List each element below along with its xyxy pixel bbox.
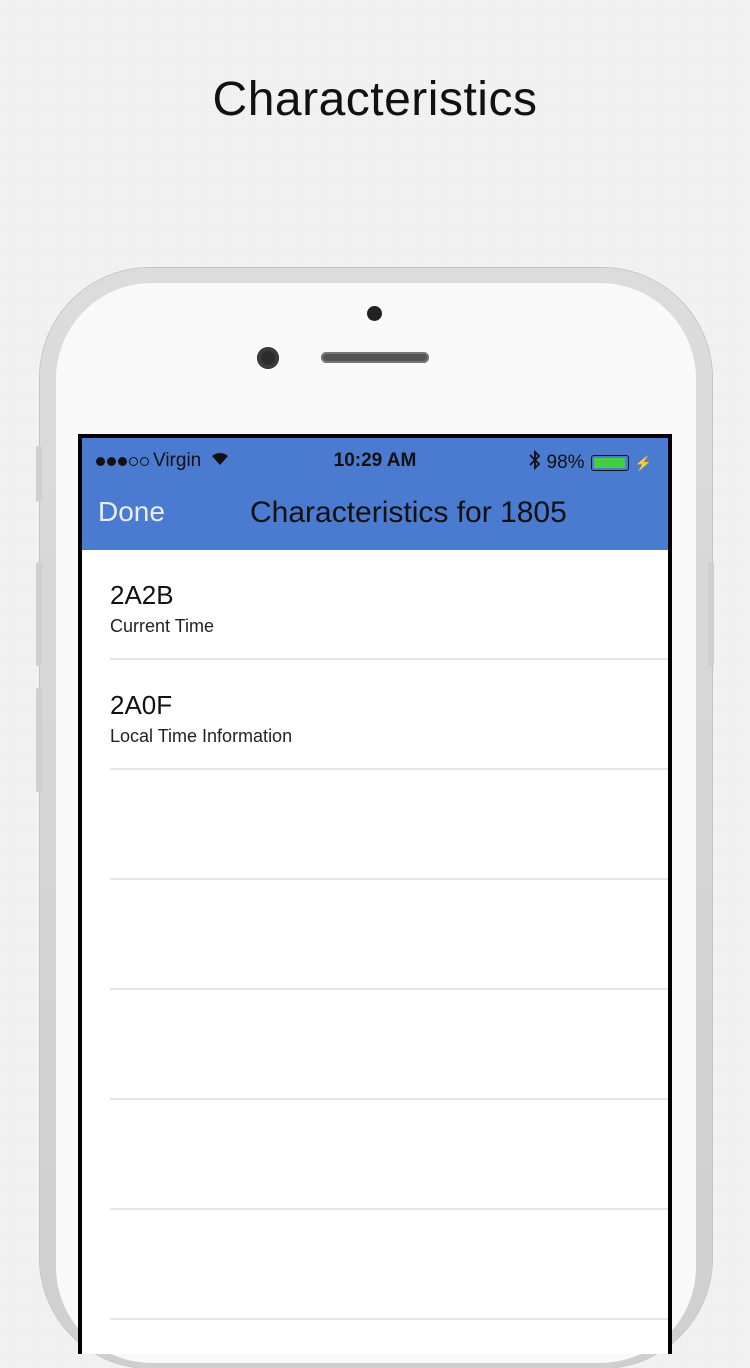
battery-percent: 98% [546, 452, 585, 473]
empty-row [82, 1100, 668, 1210]
list-item[interactable]: 2A0F Local Time Information [82, 660, 668, 770]
nav-title-row: Done Characteristics for 1805 [82, 492, 668, 536]
volume-up-button [36, 562, 42, 666]
empty-row [82, 990, 668, 1100]
done-button[interactable]: Done [98, 496, 165, 528]
charging-icon: ⚡ [634, 454, 652, 471]
navigation-bar: Virgin 10:29 AM 98% ⚡ Done Characteristi… [82, 438, 668, 550]
power-button [708, 562, 714, 666]
row-separator [110, 1318, 668, 1320]
phone-screen: Virgin 10:29 AM 98% ⚡ Done Characteristi… [78, 434, 672, 1354]
earpiece-speaker [321, 352, 429, 363]
empty-row [82, 880, 668, 990]
status-bar: Virgin 10:29 AM 98% ⚡ [82, 446, 668, 480]
characteristic-name: Current Time [110, 616, 215, 636]
characteristic-uuid: 2A2B [110, 580, 174, 610]
list-item[interactable]: 2A2B Current Time [82, 550, 668, 660]
battery-icon [590, 455, 629, 471]
empty-row [82, 1210, 668, 1320]
characteristic-uuid: 2A0F [110, 690, 173, 720]
nav-title: Characteristics for 1805 [250, 496, 567, 529]
characteristics-list: 2A2B Current Time 2A0F Local Time Inform… [82, 550, 668, 1354]
characteristic-name: Local Time Information [110, 726, 293, 746]
proximity-sensor [367, 306, 382, 321]
empty-row [82, 770, 668, 880]
status-right: 98% ⚡ [528, 449, 652, 476]
mute-switch [36, 446, 42, 502]
front-camera-icon [257, 347, 279, 369]
promo-title: Characteristics [212, 73, 538, 126]
bluetooth-icon [528, 449, 541, 476]
volume-down-button [36, 688, 42, 792]
